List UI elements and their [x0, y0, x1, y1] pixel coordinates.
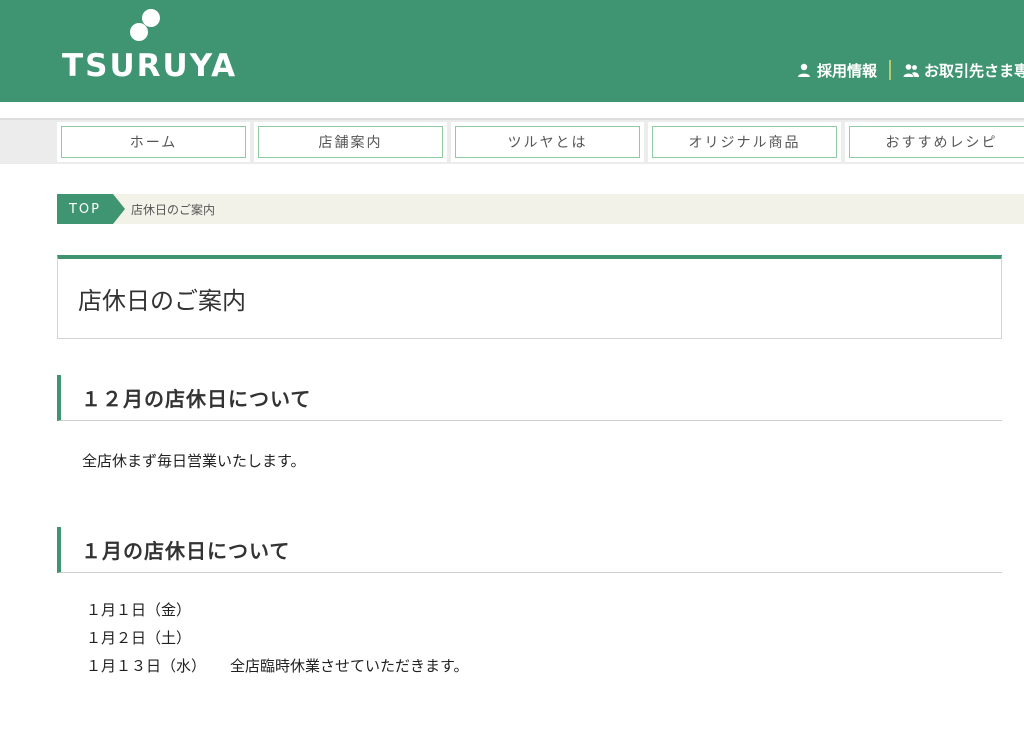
breadcrumb-top-link[interactable]: TOP	[57, 194, 125, 224]
section-heading-december: １２月の店休日について	[57, 375, 1002, 421]
holiday-date: １月１日（金）	[86, 601, 192, 619]
site-header: TSURUYA 採用情報 お取引先さま専用	[0, 0, 1024, 102]
logo-mark-icon	[130, 9, 160, 41]
nav-item-label: オリジナル商品	[652, 126, 837, 158]
nav-item-label: おすすめレシピ	[849, 126, 1024, 158]
nav-item-label: ホーム	[61, 126, 246, 158]
nav-item-about[interactable]: ツルヤとは	[451, 122, 644, 162]
people-icon	[903, 64, 919, 77]
section-text-december: 全店休まず毎日営業いたします。	[82, 452, 306, 470]
nav-item-label: ツルヤとは	[455, 126, 640, 158]
holiday-list: １月１日（金） １月２日（土） １月１３日（水） 全店臨時休業させていただきます。	[86, 596, 469, 680]
holiday-note: 全店臨時休業させていただきます。	[230, 657, 469, 675]
nav-item-products[interactable]: オリジナル商品	[648, 122, 841, 162]
page-title-box: 店休日のご案内	[57, 255, 1002, 339]
holiday-date: １月１３日（水）	[86, 657, 207, 675]
nav-item-stores[interactable]: 店舗案内	[254, 122, 447, 162]
recruit-link-label: 採用情報	[816, 61, 877, 80]
logo-text: TSURUYA	[62, 48, 238, 84]
header-separator	[888, 60, 891, 80]
supplier-link[interactable]: お取引先さま専用	[903, 60, 1024, 81]
supplier-link-label: お取引先さま専用	[923, 61, 1024, 80]
section-heading-january: １月の店休日について	[57, 527, 1002, 573]
nav-item-home[interactable]: ホーム	[57, 122, 250, 162]
person-icon	[797, 63, 810, 77]
holiday-date: １月２日（土）	[86, 629, 192, 647]
list-item: １月２日（土）	[86, 624, 469, 652]
logo[interactable]: TSURUYA	[62, 6, 235, 86]
breadcrumb: TOP 店休日のご案内	[57, 194, 1024, 224]
global-nav: ホーム 店舗案内 ツルヤとは オリジナル商品 おすすめレシピ	[57, 122, 1024, 162]
list-item: １月１日（金）	[86, 596, 469, 624]
nav-item-label: 店舗案内	[258, 126, 443, 158]
list-item: １月１３日（水） 全店臨時休業させていただきます。	[86, 652, 469, 680]
breadcrumb-current: 店休日のご案内	[131, 202, 216, 217]
nav-item-recipes[interactable]: おすすめレシピ	[845, 122, 1024, 162]
header-links: 採用情報 お取引先さま専用	[796, 58, 1024, 82]
page-title: 店休日のご案内	[78, 287, 246, 315]
recruit-link[interactable]: 採用情報	[796, 60, 877, 81]
